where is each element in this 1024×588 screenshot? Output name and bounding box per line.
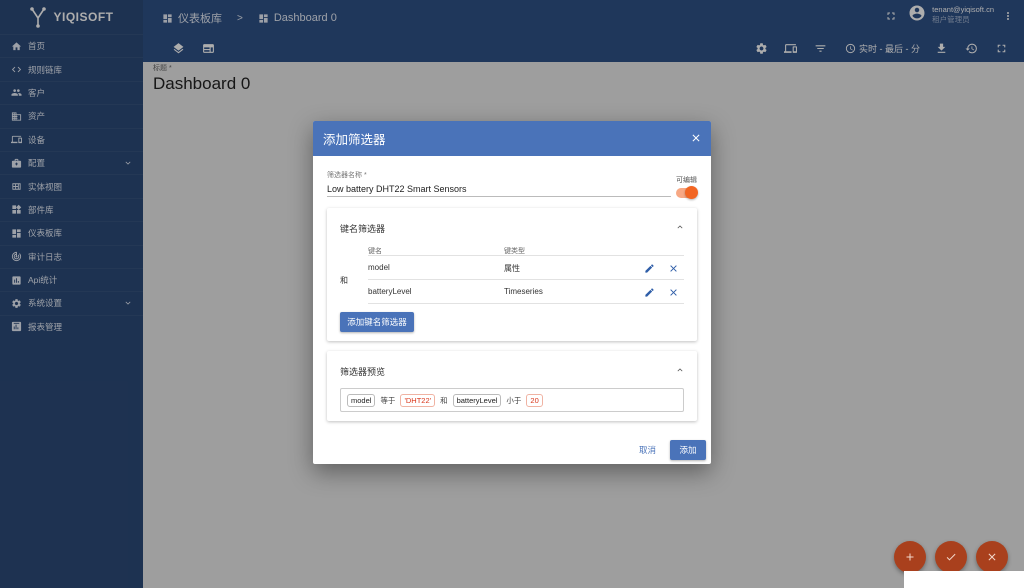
- key-filters-title: 键名筛选器: [340, 224, 386, 234]
- logic-operator-label: 和: [340, 276, 348, 285]
- cancel-button[interactable]: 取消: [639, 444, 656, 456]
- add-widget-button[interactable]: [894, 541, 926, 573]
- editable-label: 可编辑: [676, 177, 697, 184]
- filter-preview-panel: 筛选器预览 model 等于 'DHT22' 和 batteryLevel 小于…: [327, 351, 697, 421]
- add-filter-dialog: 添加筛选器 筛选器名称 * 可编辑 键名筛选器 键名 键类型 和 model 属…: [313, 121, 711, 464]
- key-filter-type: 属性: [504, 264, 520, 273]
- edit-icon[interactable]: [644, 287, 655, 298]
- save-dashboard-button[interactable]: [935, 541, 967, 573]
- cancel-edit-button[interactable]: [976, 541, 1008, 573]
- preview-operator: 小于: [506, 395, 522, 405]
- edit-icon[interactable]: [644, 263, 655, 274]
- filter-name-input[interactable]: [327, 181, 671, 197]
- delete-icon[interactable]: [668, 263, 679, 274]
- close-icon: [988, 553, 996, 561]
- delete-icon[interactable]: [668, 287, 679, 298]
- preview-key-chip: model: [347, 393, 376, 407]
- preview-logic: 和: [440, 395, 448, 405]
- dialog-header: 添加筛选器: [313, 121, 711, 156]
- preview-operator: 等于: [380, 395, 396, 405]
- add-button[interactable]: 添加: [670, 440, 706, 460]
- add-key-filter-button[interactable]: 添加键名筛选器: [340, 312, 414, 332]
- dialog-title: 添加筛选器: [323, 133, 386, 147]
- filter-preview-box: model 等于 'DHT22' 和 batteryLevel 小于 20: [340, 388, 684, 412]
- key-filters-panel: 键名筛选器 键名 键类型 和 model 属性 batteryLevel Tim…: [327, 208, 697, 341]
- blank-area: [904, 571, 1024, 588]
- filter-name-label: 筛选器名称 *: [327, 172, 367, 179]
- preview-key-chip: batteryLevel: [452, 393, 502, 407]
- preview-value-chip: 'DHT22': [400, 393, 436, 407]
- chevron-up-icon[interactable]: [675, 221, 685, 231]
- chevron-up-icon[interactable]: [675, 364, 685, 374]
- key-filter-key: batteryLevel: [368, 287, 412, 296]
- plus-icon: [906, 553, 914, 561]
- filter-preview-title: 筛选器预览: [340, 367, 386, 377]
- editable-toggle[interactable]: [676, 186, 698, 199]
- key-filter-type: Timeseries: [504, 287, 543, 296]
- key-filter-key: model: [368, 263, 390, 272]
- check-icon: [946, 553, 956, 561]
- preview-value-chip: 20: [526, 393, 543, 407]
- close-icon[interactable]: [690, 132, 702, 144]
